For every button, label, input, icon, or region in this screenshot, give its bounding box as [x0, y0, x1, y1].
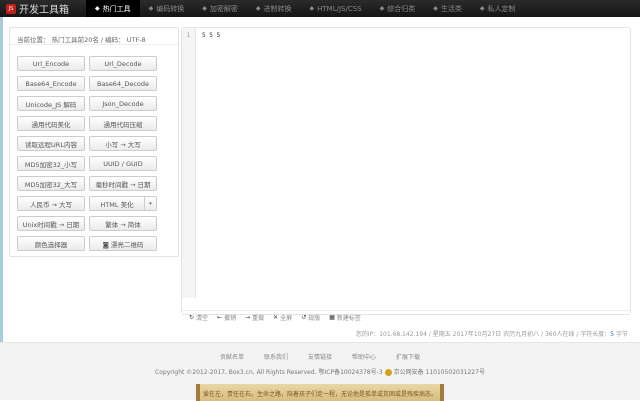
nav-tab-label: 热门工具	[102, 4, 131, 13]
tag-icon: ◆	[433, 5, 438, 12]
tool-label: 新建标签	[336, 315, 361, 322]
copyright-text: Copyright ©2012-2017, Box3.cn, All Right…	[155, 369, 383, 376]
footer-link[interactable]: 扩展下载	[396, 354, 420, 361]
tool-button[interactable]: 颜色选择器	[17, 236, 85, 251]
nav-tab-label: 编码转换	[156, 4, 185, 13]
nav-tab-7[interactable]: ◆ 私人定制	[471, 0, 525, 17]
scroll-banner: 爱在左，责任在右。生命之路，陪着孩子们走一程，无论他是孤单或贫困或是残疾病态。	[196, 384, 444, 401]
tool-icon: ✕	[273, 314, 279, 321]
footer-links: 贡献名单 联系我们 友情链接 帮助中心 扩展下载	[0, 352, 640, 361]
chevron-down-icon[interactable]: ▾	[145, 196, 157, 211]
tag-icon: ◆	[255, 5, 261, 12]
tool-icon: →	[245, 314, 251, 321]
nav-tab-label: 综合归类	[387, 4, 416, 13]
toolbar-button[interactable]: ↻ 清空	[189, 313, 208, 322]
footer-link[interactable]: 贡献名单	[220, 354, 244, 361]
tool-button[interactable]: Json_Decode	[89, 96, 157, 111]
nav-tab-0[interactable]: ◆ 热门工具	[86, 0, 140, 17]
tag-icon: ◆	[379, 5, 385, 12]
police-badge-icon	[384, 369, 392, 376]
footer-link[interactable]: 帮助中心	[352, 354, 376, 361]
tool-button[interactable]: ◙ 漂亮二维码	[89, 236, 157, 251]
tool-button[interactable]: Base64_Encode	[17, 76, 85, 91]
toolbar-button[interactable]: ← 撤销	[217, 313, 236, 322]
toolbar-button[interactable]: ✕ 全屏	[273, 313, 292, 322]
toolbar-button[interactable]: → 重做	[245, 313, 264, 322]
tool-icon: ↺	[301, 314, 307, 321]
tool-label: 重做	[252, 315, 265, 322]
html-beautify-split: HTML 美化 ▾	[89, 196, 157, 211]
tag-icon: ◆	[309, 5, 315, 12]
logo-icon: JS	[6, 3, 16, 14]
code-editor[interactable]: 1 5 5 5 ↻ 清空 ← 撤销 → 重做 ✕ 全屏 ↺ 现版 ▦ 新建标签	[181, 27, 631, 322]
tool-button[interactable]: 小写 → 大写	[89, 136, 157, 151]
tool-button[interactable]: Url_Encode	[17, 56, 85, 71]
copyright: Copyright ©2012-2017, Box3.cn, All Right…	[0, 367, 640, 376]
tool-button[interactable]: Unicode_JS 解码	[17, 96, 85, 111]
tool-button[interactable]: MD5加密32_小写	[17, 156, 85, 171]
tool-label: 清空	[196, 315, 209, 322]
nav-tab-4[interactable]: ◆ HTML/JS/CSS	[301, 0, 371, 17]
status-line: 您的IP：101.68.142.194 / 星期五 2017年10月27日 农历…	[356, 329, 628, 338]
footer: 贡献名单 联系我们 友情链接 帮助中心 扩展下载 Copyright ©2012-201…	[0, 342, 640, 401]
toolbar-button[interactable]: ▦ 新建标签	[329, 313, 361, 322]
nav-tab-5[interactable]: ◆ 综合归类	[371, 0, 425, 17]
nav-tab-1[interactable]: ◆ 编码转换	[140, 0, 194, 17]
nav-tab-3[interactable]: ◆ 进制转换	[247, 0, 301, 17]
tool-button[interactable]: Url_Decode	[89, 56, 157, 71]
toolbar-button[interactable]: ↺ 现版	[301, 313, 320, 322]
ip-value: 101.68.142.194	[379, 331, 427, 338]
editor-toolbar: ↻ 清空 ← 撤销 → 重做 ✕ 全屏 ↺ 现版 ▦ 新建标签	[182, 310, 630, 324]
nav-tab-label: 生活类	[440, 4, 462, 13]
nav-tab-label: 私人定制	[487, 4, 516, 13]
tool-button[interactable]: MD5加密32_大写	[17, 176, 85, 191]
nav-tab-label: 加密解密	[209, 4, 238, 13]
tool-label: 现版	[308, 315, 321, 322]
tool-button[interactable]: HTML 美化	[89, 196, 145, 211]
tool-label: 全屏	[280, 315, 293, 322]
logo[interactable]: JS 开发工具箱	[6, 1, 86, 16]
nav-tab-6[interactable]: ◆ 生活类	[424, 0, 471, 17]
status-info: / 星期五 2017年10月27日 农历九月初八 / 360人在线 / 字符长度…	[426, 331, 611, 338]
nav-tab-label: 进制转换	[263, 4, 292, 13]
tool-buttons: Url_Encode Url_Decode Base64_Encode Base64_…	[17, 56, 157, 251]
main-area: 当前位置： 热门工具前20名 / 编码： UTF-8 Url_Encode Url…	[0, 17, 640, 342]
tool-icon: ←	[217, 314, 223, 321]
nav-tab-2[interactable]: ◆ 加密解密	[193, 0, 247, 17]
tool-button[interactable]: Unix时间戳 → 日期	[17, 216, 85, 231]
footer-link[interactable]: 友情链接	[308, 354, 332, 361]
tool-button[interactable]: 人民币 → 大写	[17, 196, 85, 211]
length-unit: 字节	[614, 331, 628, 338]
police-record[interactable]: 京公网安备 11010502031227号	[394, 369, 485, 376]
tool-icon: ▦	[329, 314, 335, 321]
top-nav: JS 开发工具箱 ◆ 热门工具 ◆ 编码转换 ◆ 加密解密 ◆ 进制转换 ◆ HTML/JS/CSS…	[0, 0, 640, 17]
ip-label: 您的IP：	[355, 331, 380, 338]
tool-button[interactable]: 通用代码压缩	[89, 116, 157, 131]
tool-button[interactable]: 毫秒时间戳 → 日期	[89, 176, 157, 191]
tool-button[interactable]: 通用代码美化	[17, 116, 85, 131]
nav-tab-label: HTML/JS/CSS	[317, 4, 362, 13]
editor-content[interactable]: 5 5 5	[202, 32, 220, 39]
line-numbers: 1	[182, 28, 196, 298]
tag-icon: ◆	[95, 5, 100, 12]
tool-icon: ↻	[189, 314, 195, 321]
tool-panel: 当前位置： 热门工具前20名 / 编码： UTF-8 Url_Encode Url…	[9, 27, 179, 257]
tag-icon: ◆	[148, 5, 154, 12]
breadcrumb: 当前位置： 热门工具前20名 / 编码： UTF-8	[10, 28, 178, 45]
footer-link[interactable]: 联系我们	[264, 354, 288, 361]
tool-label: 撤销	[224, 315, 237, 322]
tool-button[interactable]: 读取远程URL内容	[17, 136, 85, 151]
tool-button[interactable]: Base64_Decode	[89, 76, 157, 91]
logo-text: 开发工具箱	[19, 5, 69, 16]
tool-button[interactable]: 繁体 → 简体	[89, 216, 157, 231]
tool-button[interactable]: UUID / GUID	[89, 156, 157, 171]
tag-icon: ◆	[202, 5, 207, 12]
tag-icon: ◆	[479, 5, 485, 12]
